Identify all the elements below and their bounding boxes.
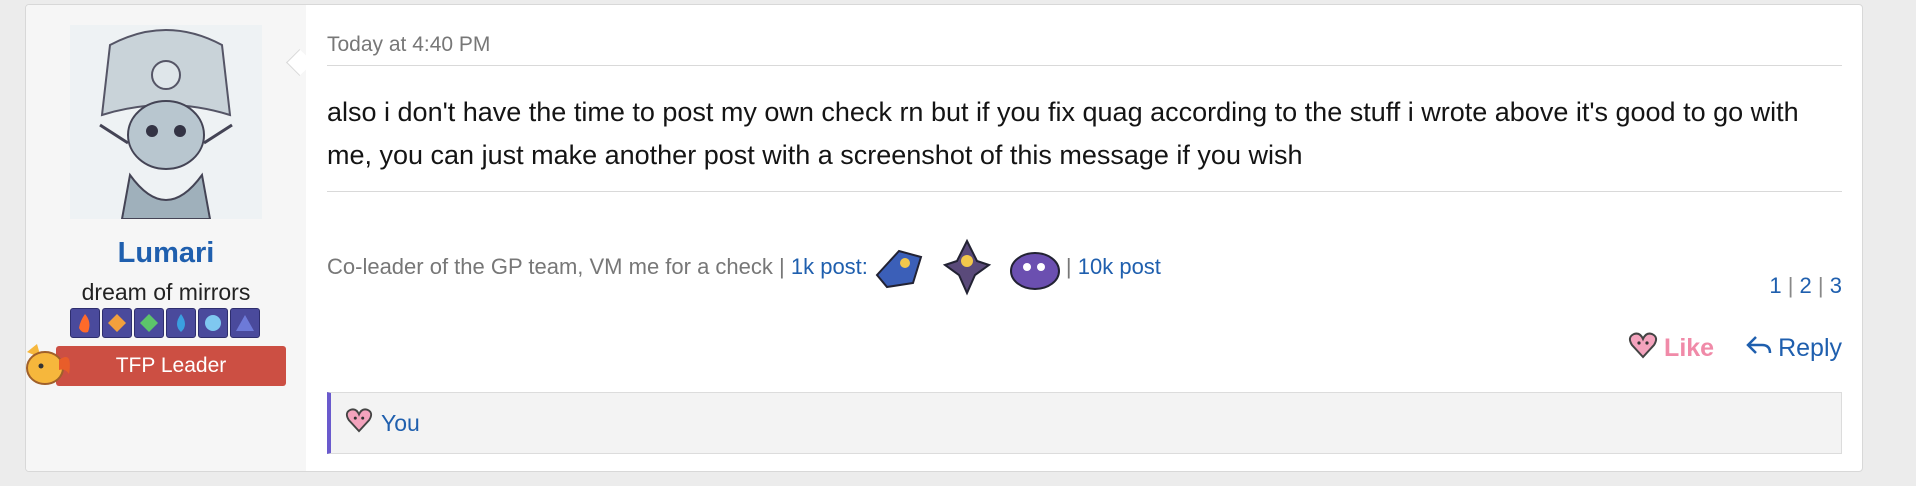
pokemon-sprite-2-icon <box>935 235 999 299</box>
signature-text: Co-leader of the GP team, VM me for a ch… <box>327 254 785 279</box>
leaf-badge-icon <box>134 308 164 338</box>
fire-badge-icon <box>70 308 100 338</box>
page-link-3[interactable]: 3 <box>1830 273 1842 298</box>
reply-label: Reply <box>1778 334 1842 362</box>
page-separator: | <box>1817 273 1824 298</box>
pokemon-sprite-3-icon <box>1001 235 1065 299</box>
post-message: also i don't have the time to post my ow… <box>327 97 1799 170</box>
reply-button[interactable]: Reply <box>1746 333 1842 364</box>
user-title: dream of mirrors <box>81 279 251 305</box>
ice-badge-icon <box>198 308 228 338</box>
heart-icon <box>1628 331 1658 366</box>
username[interactable]: Lumari <box>26 237 306 270</box>
user-badges <box>70 308 260 338</box>
triangle-badge-icon <box>230 308 260 338</box>
post-actions: Like Reply <box>1628 331 1842 366</box>
page-links: 1 | 2 | 3 <box>1769 273 1842 299</box>
post-date[interactable]: Today at 4:40 PM <box>327 33 490 57</box>
link-1k-post[interactable]: 1k post: <box>791 254 868 280</box>
pokemon-sprite-1-icon <box>869 235 933 299</box>
page-link-1[interactable]: 1 <box>1769 273 1781 298</box>
forum-post: Lumari dream of mirrors TFP Leader Today… <box>25 4 1863 472</box>
header-divider <box>327 65 1842 66</box>
link-10k-post[interactable]: 10k post <box>1078 254 1161 280</box>
post-content: Today at 4:40 PM also i don't have the t… <box>327 5 1842 471</box>
heart-reaction-icon <box>345 407 373 439</box>
like-button[interactable]: Like <box>1628 331 1714 366</box>
page-link-2[interactable]: 2 <box>1800 273 1812 298</box>
page-separator: | <box>1787 273 1794 298</box>
user-banner: TFP Leader <box>56 346 286 386</box>
reply-arrow-icon <box>1746 333 1772 364</box>
fox-mascot-icon <box>26 340 73 390</box>
user-sidebar: Lumari dream of mirrors TFP Leader <box>26 5 306 471</box>
signature-divider <box>327 191 1842 192</box>
like-label: Like <box>1664 334 1715 362</box>
avatar[interactable] <box>70 25 262 219</box>
signature-separator: | <box>1065 254 1072 279</box>
reaction-users[interactable]: You <box>381 410 420 437</box>
water-badge-icon <box>166 308 196 338</box>
reactions-bar[interactable]: You <box>327 392 1842 454</box>
signature: Co-leader of the GP team, VM me for a ch… <box>327 235 1161 299</box>
diamond-badge-icon <box>102 308 132 338</box>
